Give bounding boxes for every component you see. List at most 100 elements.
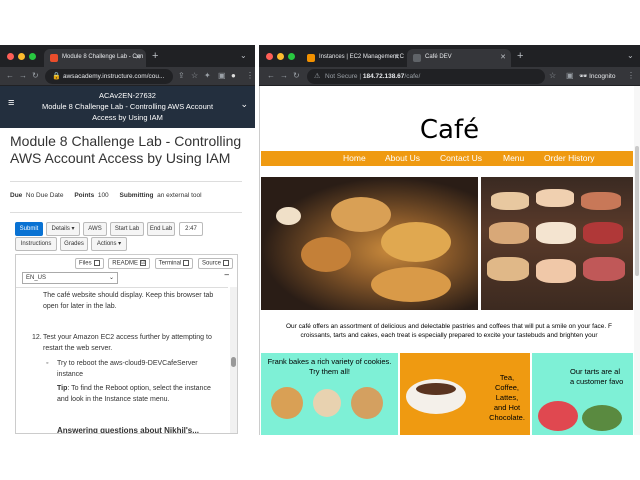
assignment-meta: Due No Due Date Points 100 Submitting an… [10,192,202,199]
share-icon[interactable]: ⇪ [178,71,185,80]
maximize-window-button[interactable] [288,53,295,60]
hamburger-menu-icon[interactable]: ≡ [8,98,14,109]
language-select[interactable]: EN_US ⌄ [22,272,118,284]
tab-ec2-instances[interactable]: Instances | EC2 Management C ✕ [301,49,405,67]
tart-shape [582,405,622,431]
croissant-shape [381,222,451,262]
panel-toggles: Files README ☑ Terminal Source [72,258,233,269]
readme-toggle[interactable]: README ☑ [108,258,150,269]
cake-shape [491,192,529,210]
description-line: croissants, tarts and cakes, each treat … [300,332,598,339]
close-window-button[interactable] [7,53,14,60]
tip-text: : To find the Reboot option, select the … [57,385,211,403]
back-icon[interactable]: ← [6,71,14,80]
minimize-window-button[interactable] [18,53,25,60]
tab-canvas[interactable]: Module 8 Challenge Lab - Con ✕ [44,49,146,67]
feature-cards: Frank bakes a rich variety of cookies. T… [261,353,633,435]
tip-label: Tip [57,385,68,392]
canvas-favicon-icon [50,54,58,62]
new-tab-icon[interactable]: + [517,50,523,62]
submit-button[interactable]: Submit [15,222,43,236]
cafe-nav: Home About Us Contact Us Menu Order Hist… [261,151,633,166]
sidepanel-icon[interactable]: ▣ [218,71,226,80]
cocoa-shape [416,383,456,395]
scrollbar-thumb[interactable] [231,357,236,367]
back-icon[interactable]: ← [267,71,275,80]
tab-search-chevron-icon[interactable]: ⌄ [240,51,247,60]
maximize-window-button[interactable] [29,53,36,60]
sidepanel-icon[interactable]: ▣ [566,71,574,80]
aws-button[interactable]: AWS [83,222,107,236]
chevron-down-icon[interactable]: ⌄ [240,99,248,110]
reload-icon[interactable]: ↻ [293,71,300,80]
extensions-icon[interactable]: ✦ [204,71,211,80]
tab-cafe-dev[interactable]: Café DEV ✕ [407,49,511,67]
source-label: Source [201,260,221,267]
page-title: Module 8 Challenge Lab - Controlling AWS… [10,133,242,166]
page-scrollbar[interactable] [634,86,640,435]
url-path: /cafe/ [404,73,421,80]
panel-scrollbar[interactable] [230,287,237,433]
forward-icon[interactable]: → [19,71,27,80]
grades-button[interactable]: Grades [60,237,88,251]
close-tab-icon[interactable]: ✕ [135,53,141,61]
minimize-window-button[interactable] [277,53,284,60]
collapse-icon[interactable]: – [225,270,229,279]
next-section-heading: Answering questions about Nikhil's... [57,426,199,434]
nav-home-link[interactable]: Home [343,153,366,163]
files-toggle[interactable]: Files [74,258,104,269]
reload-icon[interactable]: ↻ [32,71,39,80]
end-lab-button[interactable]: End Lab [147,222,175,236]
window-controls [266,53,295,60]
cafe-browser-window: Instances | EC2 Management C ✕ Café DEV … [259,45,640,435]
instructions-button[interactable]: Instructions [15,237,57,251]
close-tab-icon[interactable]: ✕ [500,53,506,61]
nav-menu-link[interactable]: Menu [503,153,524,163]
tart-shape [538,401,578,431]
scrollbar-thumb[interactable] [635,146,639,276]
aws-favicon-icon [307,54,315,62]
tab-search-chevron-icon[interactable]: ⌄ [627,51,634,60]
pastries-photo [261,177,478,310]
address-bar[interactable]: ⚠ Not Secure | 184.72.138.67/cafe/ [307,69,545,84]
tab-title: Café DEV [425,54,452,60]
readme-checkbox[interactable]: ☑ [139,260,146,266]
url-text: awsacademy.instructure.com/cou... [63,73,165,80]
terminal-toggle[interactable]: Terminal [154,258,194,269]
forward-icon[interactable]: → [280,71,288,80]
nav-about-link[interactable]: About Us [385,153,420,163]
terminal-checkbox[interactable] [183,260,190,266]
drinks-text-line: Chocolate. [489,413,525,422]
close-tab-icon[interactable]: ✕ [394,53,400,61]
kebab-menu-icon[interactable]: ⋮ [627,71,635,80]
close-window-button[interactable] [266,53,273,60]
cake-shape [487,257,529,281]
cake-shape [536,189,574,207]
kebab-menu-icon[interactable]: ⋮ [246,71,254,80]
drinks-text-line: Coffee, [494,383,520,392]
nav-contact-link[interactable]: Contact Us [440,153,482,163]
tab-title: Module 8 Challenge Lab - Con [62,54,144,60]
paragraph: The café website should display. Keep th… [43,292,214,310]
details-button[interactable]: Details ▾ [46,222,80,236]
submitting-label: Submitting [119,192,154,199]
nav-order-history-link[interactable]: Order History [544,153,595,163]
source-checkbox[interactable] [223,260,229,266]
source-toggle[interactable]: Source [197,258,233,269]
bookmark-star-icon[interactable]: ☆ [191,71,198,80]
start-lab-button[interactable]: Start Lab [110,222,144,236]
step-text: Test your Amazon EC2 access further by a… [43,334,212,352]
new-tab-icon[interactable]: + [152,50,158,62]
bookmark-star-icon[interactable]: ☆ [549,71,556,80]
address-bar[interactable]: 🔒 awsacademy.instructure.com/cou... [45,69,173,84]
croissant-shape [331,197,391,232]
globe-favicon-icon [413,54,421,62]
description-line: Our café offers an assortment of delicio… [285,323,613,330]
actions-button[interactable]: Actions ▾ [91,237,127,251]
profile-avatar-icon[interactable]: ● [231,71,236,80]
incognito-badge[interactable]: 🕶 Incognito [579,72,615,80]
cookies-card-text: Frank bakes a rich variety of cookies. T… [267,357,392,376]
address-toolbar: ← → ↻ ⚠ Not Secure | 184.72.138.67/cafe/… [259,67,640,86]
files-checkbox[interactable] [93,260,100,266]
pastry-shape [301,237,351,272]
